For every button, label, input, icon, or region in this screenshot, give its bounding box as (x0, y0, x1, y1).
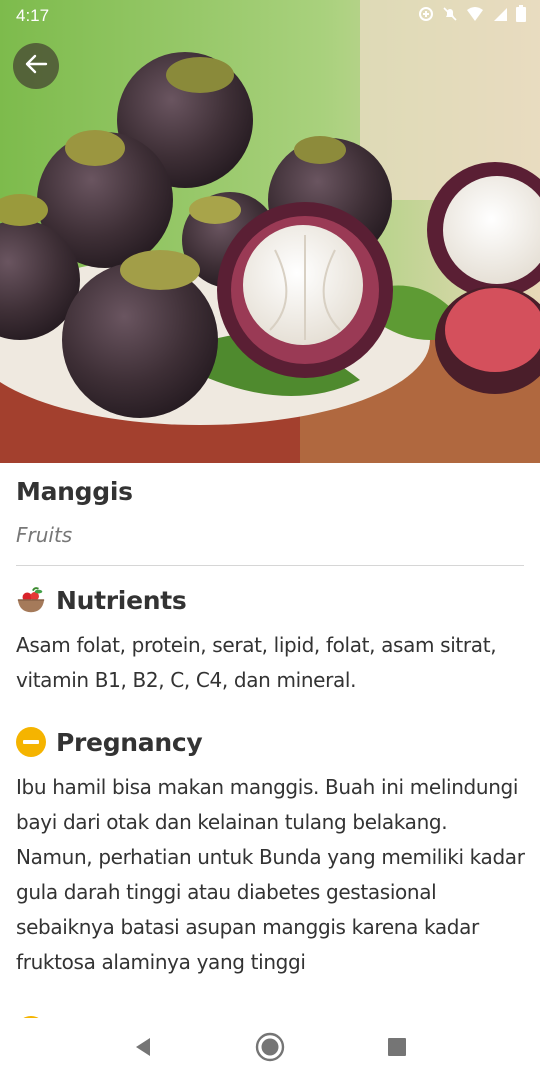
nutrients-header: Nutrients (16, 585, 187, 615)
caution-minus-icon (16, 727, 46, 757)
bell-off-icon (442, 6, 458, 27)
nav-back-button[interactable] (121, 1027, 165, 1071)
system-nav-bar (0, 1018, 540, 1080)
fruit-bowl-icon (16, 585, 46, 615)
nutrients-title: Nutrients (56, 585, 187, 615)
status-time: 4:17 (16, 6, 50, 25)
divider (16, 565, 524, 566)
mangosteen-photo (0, 0, 540, 463)
nutrients-text: Asam folat, protein, serat, lipid, folat… (16, 633, 497, 692)
item-title: Manggis (16, 477, 133, 506)
status-bar: 4:17 (0, 0, 540, 32)
wifi-icon (466, 6, 484, 27)
nav-home-button[interactable] (248, 1027, 292, 1071)
battery-icon (516, 5, 526, 27)
item-category: Fruits (16, 523, 73, 547)
pregnancy-title: Pregnancy (56, 727, 203, 757)
signal-icon (492, 6, 508, 27)
home-circle-icon (255, 1032, 285, 1067)
pregnancy-text: Ibu hamil bisa makan manggis. Buah ini m… (16, 775, 525, 974)
recents-square-icon (387, 1037, 407, 1062)
pregnancy-header: Pregnancy (16, 727, 203, 757)
nav-recents-button[interactable] (375, 1027, 419, 1071)
data-saver-icon (418, 6, 434, 27)
arrow-left-icon (22, 50, 50, 83)
back-triangle-icon (132, 1036, 154, 1063)
back-button[interactable] (13, 43, 59, 89)
status-icons (418, 5, 526, 27)
hero-image (0, 0, 540, 463)
